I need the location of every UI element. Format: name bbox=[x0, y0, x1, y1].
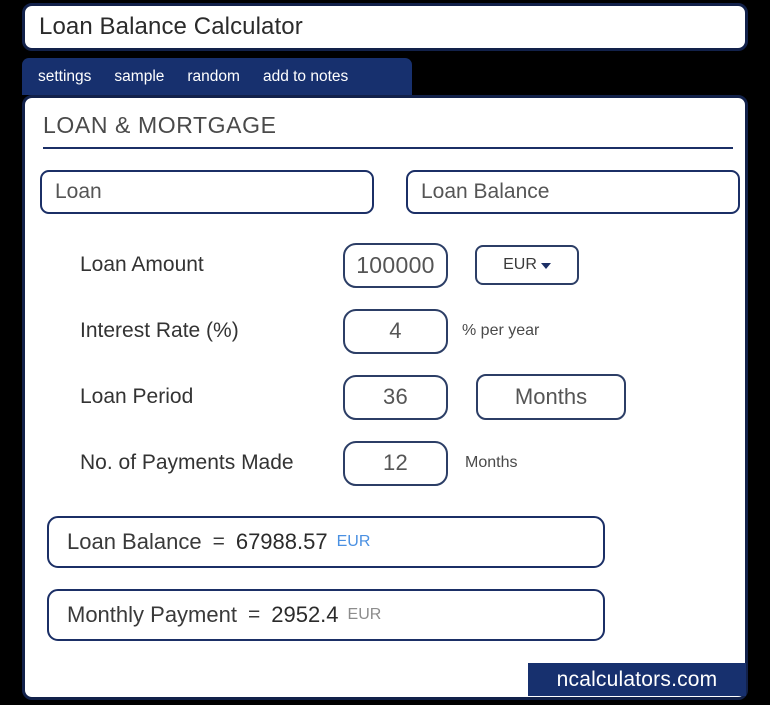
nav-tab-bar: settings sample random add to notes bbox=[22, 58, 412, 95]
loan-amount-label: Loan Amount bbox=[80, 252, 204, 276]
result-monthly-payment: Monthly Payment = 2952.4 EUR bbox=[47, 589, 605, 641]
tab-settings[interactable]: settings bbox=[38, 68, 91, 86]
monthly-payment-result-value: 2952.4 bbox=[271, 602, 339, 627]
row-payments-made: No. of Payments Made 12 Months bbox=[25, 430, 751, 496]
interest-rate-label: Interest Rate (%) bbox=[80, 318, 239, 342]
calculation-selector[interactable]: Loan Balance bbox=[406, 170, 740, 214]
currency-dropdown-label: EUR bbox=[503, 256, 537, 273]
result-loan-balance: Loan Balance = 67988.57 EUR bbox=[47, 516, 605, 568]
tab-add-to-notes[interactable]: add to notes bbox=[263, 68, 348, 86]
loan-balance-result-unit: EUR bbox=[336, 533, 371, 550]
title-bar: Loan Balance Calculator bbox=[22, 3, 748, 51]
selector-row: Loan Loan Balance bbox=[40, 170, 740, 214]
monthly-payment-equals: = bbox=[247, 603, 261, 626]
loan-amount-input[interactable]: 100000 bbox=[343, 242, 448, 288]
payments-made-value: 12 bbox=[382, 450, 409, 475]
monthly-payment-result-unit: EUR bbox=[347, 606, 382, 623]
payments-made-input[interactable]: 12 bbox=[343, 440, 448, 486]
section-header: LOAN & MORTGAGE bbox=[43, 112, 733, 149]
section-heading-label: LOAN & MORTGAGE bbox=[43, 112, 277, 138]
row-loan-amount: Loan Amount 100000 EUR bbox=[25, 232, 751, 298]
payments-made-unit: Months bbox=[465, 454, 518, 471]
loan-period-value: 36 bbox=[382, 384, 409, 409]
category-selector-label: Loan bbox=[55, 180, 102, 203]
tab-sample[interactable]: sample bbox=[114, 68, 164, 86]
loan-balance-result-value: 67988.57 bbox=[235, 529, 328, 554]
category-selector[interactable]: Loan bbox=[40, 170, 374, 214]
payments-made-label: No. of Payments Made bbox=[80, 450, 294, 474]
monthly-payment-result-label: Monthly Payment bbox=[67, 602, 237, 627]
tab-random[interactable]: random bbox=[187, 68, 240, 86]
interest-rate-input[interactable]: 4 bbox=[343, 308, 448, 354]
form-area: Loan Amount 100000 EUR Interest Rate (%)… bbox=[25, 232, 751, 496]
currency-dropdown[interactable]: EUR bbox=[475, 245, 579, 285]
results-area: Loan Balance = 67988.57 EUR Monthly Paym… bbox=[47, 516, 607, 662]
page-title: Loan Balance Calculator bbox=[39, 13, 303, 40]
brand-badge: ncalculators.com bbox=[528, 663, 746, 696]
main-panel: LOAN & MORTGAGE Loan Loan Balance Loan A… bbox=[22, 95, 748, 700]
loan-amount-value: 100000 bbox=[356, 251, 435, 278]
loan-period-input[interactable]: 36 bbox=[343, 374, 448, 420]
chevron-down-icon bbox=[540, 263, 551, 269]
calculation-selector-label: Loan Balance bbox=[421, 180, 550, 203]
row-interest-rate: Interest Rate (%) 4 % per year bbox=[25, 298, 751, 364]
interest-rate-unit: % per year bbox=[462, 322, 540, 339]
loan-period-unit-dropdown[interactable]: Months bbox=[476, 374, 626, 420]
calculator-app: Loan Balance Calculator settings sample … bbox=[0, 0, 770, 705]
row-loan-period: Loan Period 36 Months bbox=[25, 364, 751, 430]
loan-balance-equals: = bbox=[212, 530, 225, 553]
brand-badge-label: ncalculators.com bbox=[556, 667, 718, 691]
interest-rate-value: 4 bbox=[389, 318, 402, 343]
loan-balance-result-label: Loan Balance bbox=[67, 529, 202, 554]
loan-period-label: Loan Period bbox=[80, 384, 194, 408]
loan-period-unit-label: Months bbox=[514, 384, 588, 409]
